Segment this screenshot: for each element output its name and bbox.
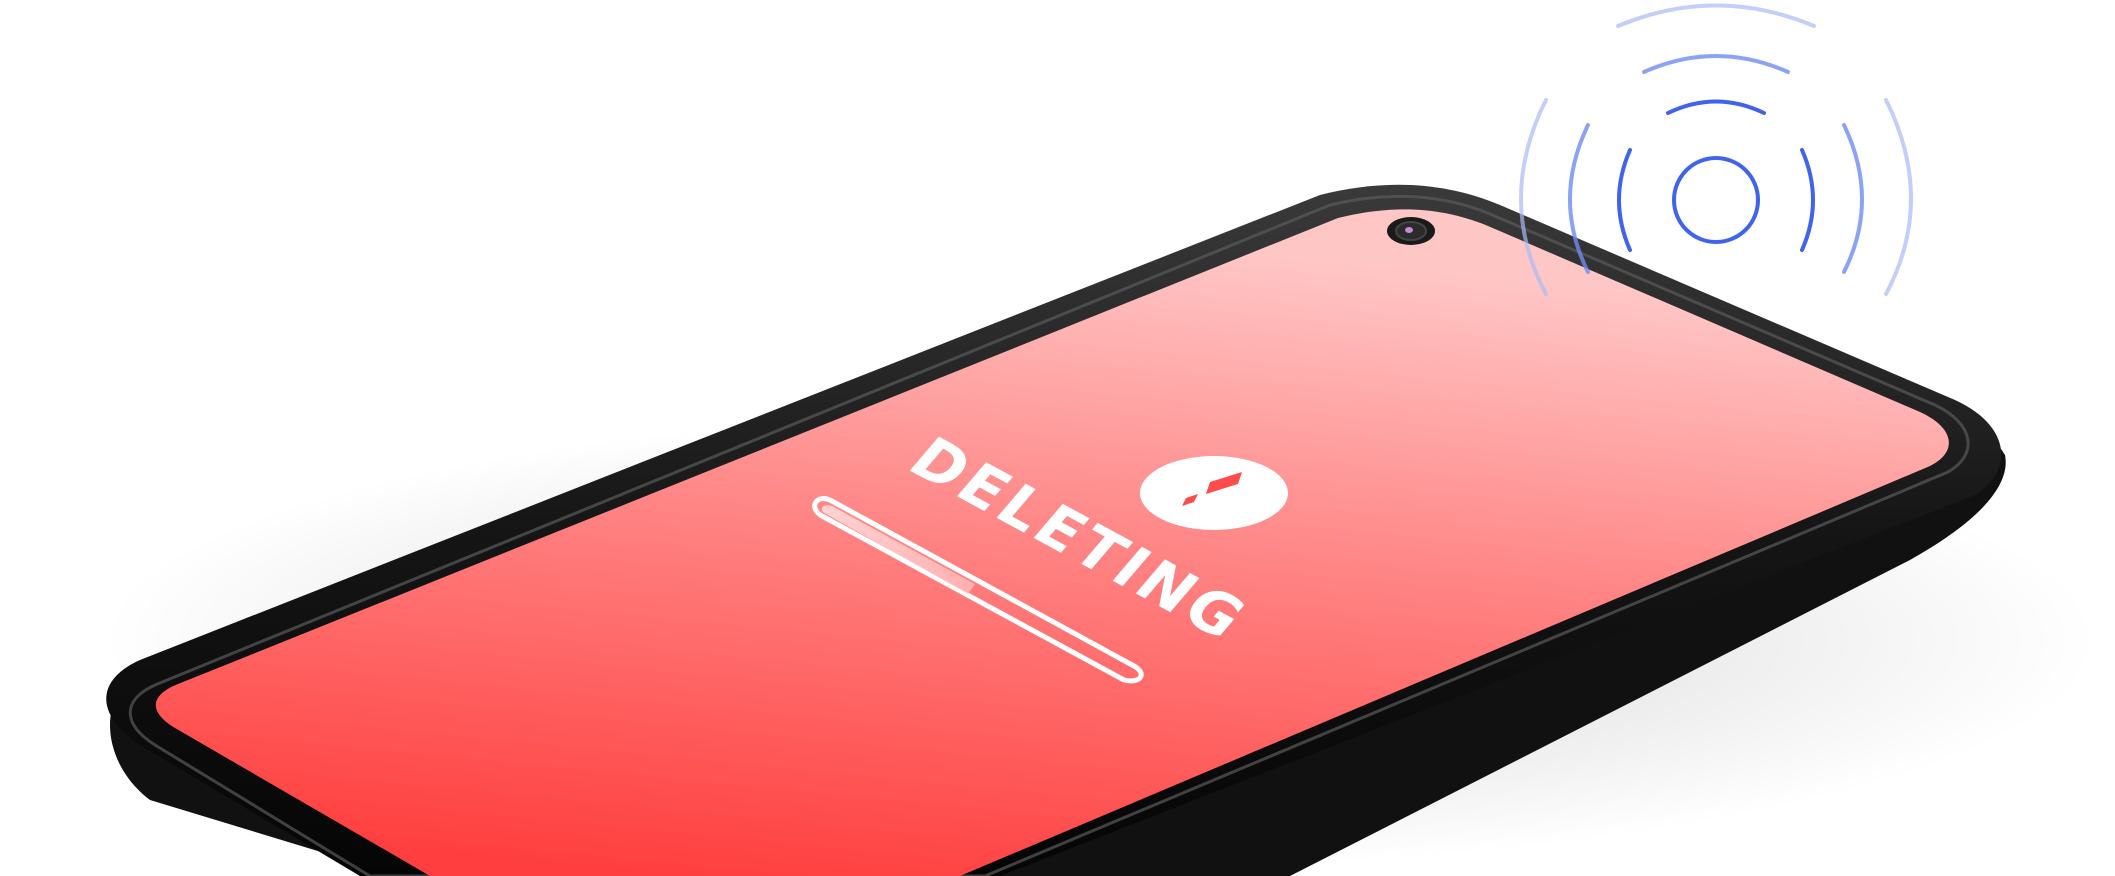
exclamation-icon [1140,456,1288,530]
phone-illustration: DELETING [100,3,2100,876]
phone-scene: DELETING [0,0,2115,876]
camera-icon [1387,217,1435,245]
wireless-signal-icon [1519,3,1913,296]
